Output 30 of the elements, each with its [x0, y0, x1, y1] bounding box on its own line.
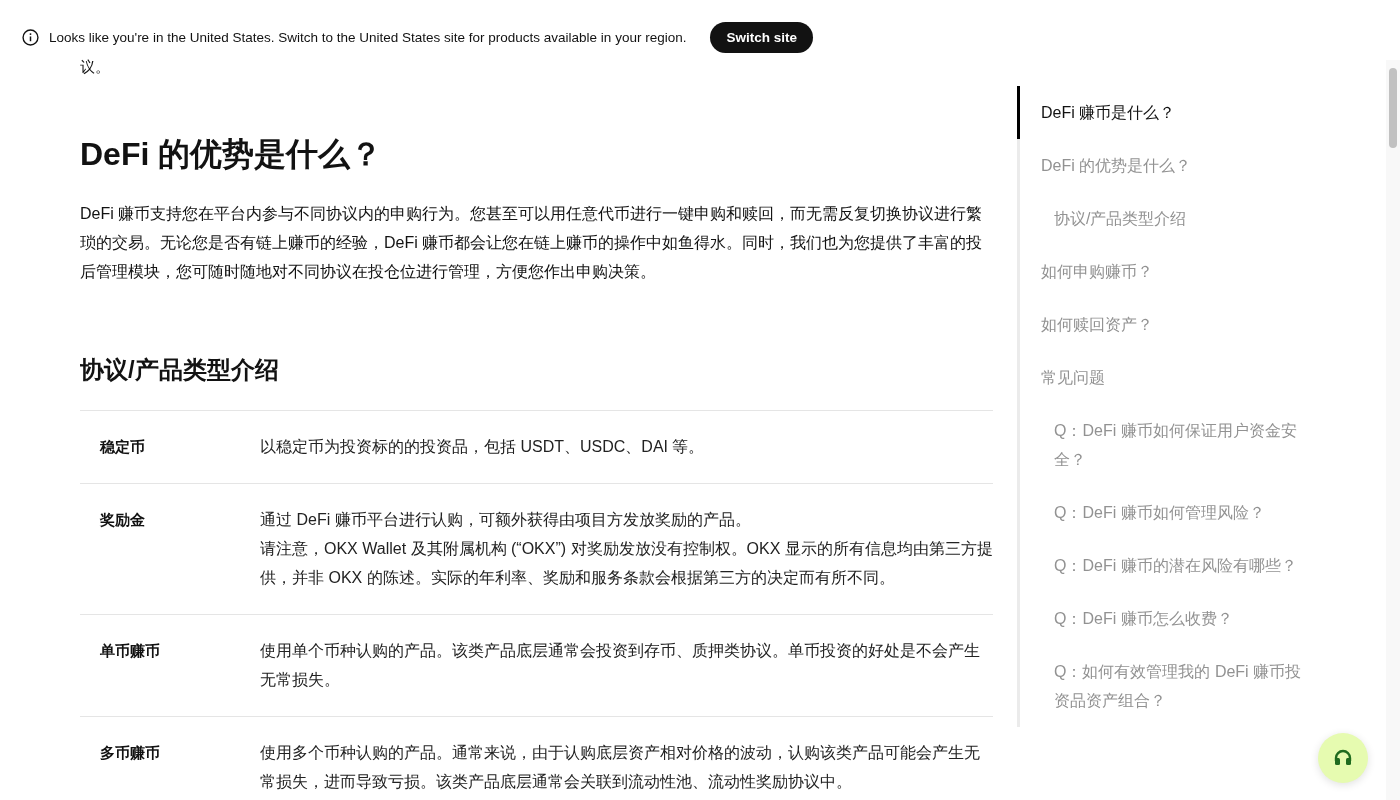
toc-link[interactable]: Q：DeFi 赚币怎么收费？: [1017, 592, 1304, 645]
toc-link[interactable]: DeFi 赚币是什么？: [1017, 86, 1301, 139]
toc-link[interactable]: Q：DeFi 赚币的潜在风险有哪些？: [1017, 539, 1304, 592]
headset-icon: [1333, 748, 1353, 768]
switch-site-button[interactable]: Switch site: [710, 22, 813, 53]
subsection-heading: 协议/产品类型介绍: [80, 355, 280, 385]
info-icon: [22, 29, 39, 46]
definition-text: 使用多个币种认购的产品。通常来说，由于认购底层资产相对价格的波动，认购该类产品可能会产生无常损失，进而导致亏损。该类产品底层通常会关联到流动性池、流动性奖励协议中。: [260, 743, 981, 792]
text-fragment: 议。: [80, 57, 110, 77]
scrollbar[interactable]: [1386, 60, 1400, 800]
toc-link[interactable]: Q：DeFi 赚币如何保证用户资金安全？: [1017, 404, 1304, 486]
toc-link[interactable]: 常见问题: [1017, 351, 1301, 404]
definition-text: 以稳定币为投资标的的投资品，包括 USDT、USDC、DAI 等。: [260, 437, 706, 457]
toc-link[interactable]: 如何申购赚币？: [1017, 245, 1301, 298]
toc-link[interactable]: 如何赎回资产？: [1017, 298, 1301, 351]
definition-text: 通过 DeFi 赚币平台进行认购，可额外获得由项目方发放奖励的产品。: [260, 510, 752, 530]
section-heading: DeFi 的优势是什么？: [80, 135, 384, 174]
region-notice: Looks like you're in the United States. Switch to the United States site for products available in your region.: [49, 30, 687, 45]
toc-link[interactable]: 协议/产品类型介绍: [1017, 192, 1304, 245]
term-cell-text: 单币赚币: [100, 641, 161, 661]
paragraph: DeFi 赚币支持您在平台内参与不同协议内的申购行为。您甚至可以用任意代币进行一键申购和赎回，而无需反复切换协议进行繁琐的交易。无论您是否有链上赚币的经验，DeFi 赚币都会让您在链上赚币的操作中如鱼得水。同时，我们也为您提供了丰富的投后管理模块，您可随时随地对不同协议在投仓位进行管理，方便您作出申购决策。: [80, 204, 984, 282]
definition-text: 使用单个币种认购的产品。该类产品底层通常会投资到存币、质押类协议。单币投资的好处是不会产生无常损失。: [260, 641, 981, 690]
term-cell-text: 多币赚币: [100, 743, 161, 763]
term-cell-text: 稳定币: [100, 437, 146, 457]
toc-link[interactable]: Q：如何有效管理我的 DeFi 赚币投资品资产组合？: [1017, 645, 1304, 727]
support-button[interactable]: [1318, 733, 1368, 783]
toc-link[interactable]: Q：DeFi 赚币如何管理风险？: [1017, 486, 1304, 539]
term-cell-text: 奖励金: [100, 510, 146, 530]
toc-link[interactable]: DeFi 的优势是什么？: [1017, 139, 1301, 192]
definition-text: 请注意，OKX Wallet 及其附属机构 (“OKX”) 对奖励发放没有控制权。OKX 显示的所有信息均由第三方提供，并非 OKX 的陈述。实际的年利率、奖励和服务条款会根据第三方的决定而有所不同。: [260, 539, 993, 588]
